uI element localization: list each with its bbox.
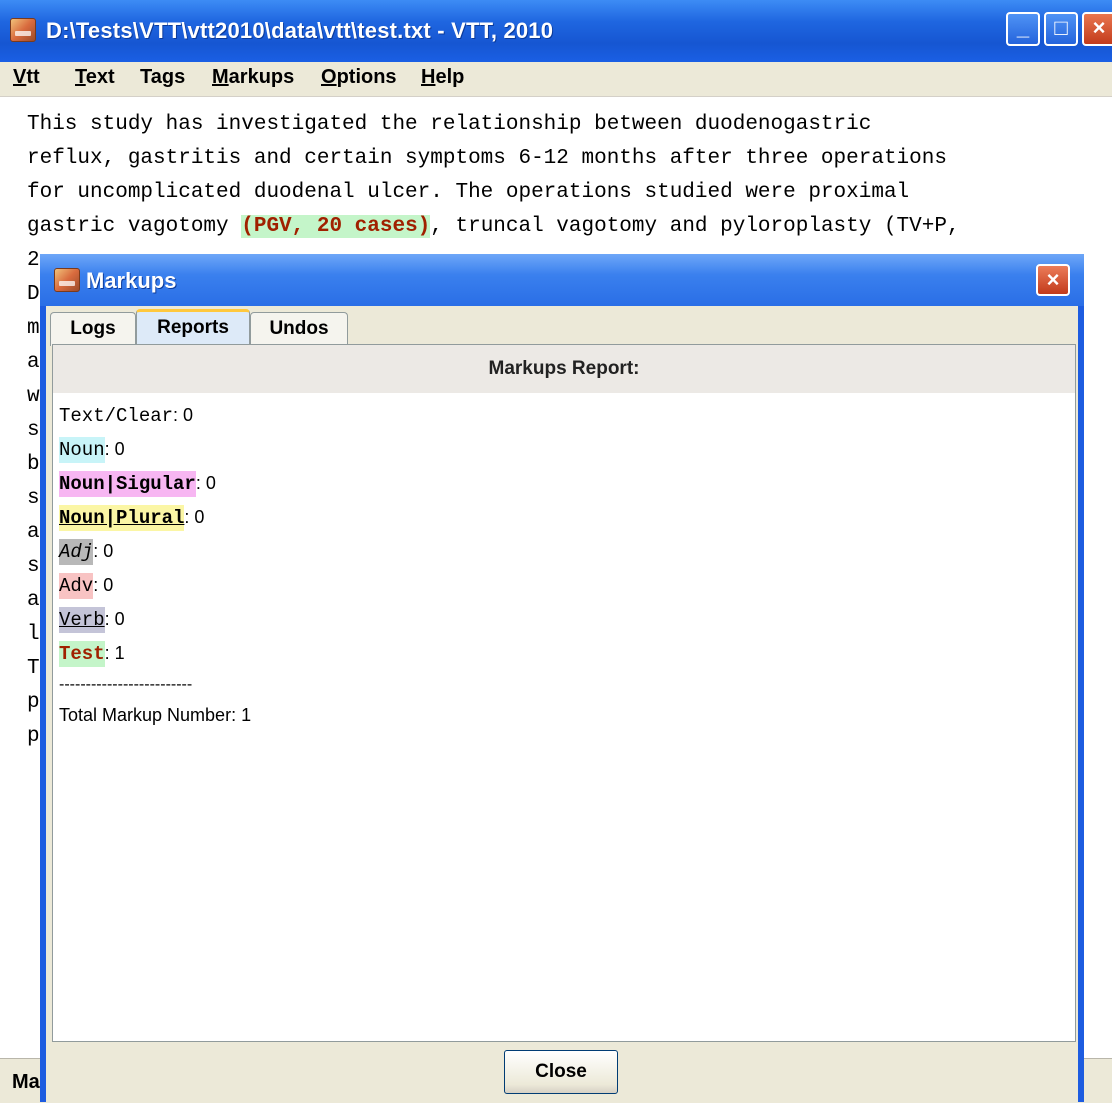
- markup-label: Noun: [59, 437, 105, 463]
- menu-markups[interactable]: Markups: [212, 66, 294, 89]
- dialog-close-icon[interactable]: ×: [1036, 264, 1070, 296]
- mnemonic: H: [421, 66, 436, 88]
- editor-line-fragment: a: [27, 589, 40, 612]
- editor-line-fragment: s: [27, 487, 40, 510]
- editor-line-fragment: D: [27, 283, 40, 306]
- report-separator: -------------------------: [59, 676, 193, 693]
- report-header: Markups Report:: [53, 345, 1075, 394]
- markup-label: Text/Clear: [59, 405, 174, 427]
- mnemonic: T: [75, 66, 86, 88]
- markup-count: : 0: [93, 575, 114, 595]
- text-segment: gastric vagotomy: [27, 215, 242, 238]
- menu-vtt[interactable]: Vtt: [13, 66, 40, 89]
- menu-label-rest: ext: [85, 66, 115, 88]
- mnemonic: M: [212, 66, 229, 88]
- editor-line-fragment: p: [27, 691, 40, 714]
- mnemonic: V: [13, 66, 27, 88]
- tab-reports[interactable]: Reports: [136, 309, 250, 347]
- editor-line-fragment: s: [27, 419, 40, 442]
- report-total: Total Markup Number: 1: [59, 705, 252, 725]
- tab-logs[interactable]: Logs: [50, 312, 136, 346]
- title-bar[interactable]: D:\Tests\VTT\vtt2010\data\vtt\test.txt -…: [0, 0, 1112, 62]
- report-row-adj: Adj: 0: [59, 535, 113, 567]
- menu-label-pre: Ta: [140, 66, 162, 88]
- report-row-test: Test: 1: [59, 637, 125, 669]
- mnemonic: g: [161, 66, 175, 88]
- editor-line-fragment: a: [27, 351, 40, 374]
- menu-label-rest: s: [174, 66, 186, 88]
- minimize-button[interactable]: _: [1006, 12, 1040, 46]
- text-segment: , truncal vagotomy and pyloroplasty (TV+…: [430, 215, 960, 238]
- report-row-noun-singular: Noun|Sigular: 0: [59, 467, 216, 499]
- menu-bar: Vtt Text Tags Markups Options Help: [0, 62, 1112, 97]
- close-dialog-button[interactable]: Close: [504, 1050, 618, 1094]
- report-row-verb: Verb: 0: [59, 603, 125, 635]
- status-text: Ma: [12, 1071, 40, 1093]
- window-title: D:\Tests\VTT\vtt2010\data\vtt\test.txt -…: [46, 18, 554, 43]
- reports-panel: Markups Report: Text/Clear: 0 Noun: 0 No…: [52, 344, 1076, 1042]
- markup-label: Verb: [59, 607, 105, 633]
- dialog-title-bar[interactable]: Markups ×: [40, 254, 1084, 306]
- markup-count: : 0: [104, 439, 125, 459]
- report-row-text-clear: Text/Clear: 0: [59, 399, 193, 431]
- menu-tags[interactable]: Tags: [140, 66, 185, 89]
- markup-label: Noun|Plural: [59, 505, 185, 531]
- dialog-title: Markups: [86, 268, 177, 293]
- editor-line-fragment: p: [27, 725, 40, 748]
- report-body: Text/Clear: 0 Noun: 0 Noun|Sigular: 0 No…: [53, 393, 1075, 1041]
- dialog-footer: Close: [46, 1042, 1078, 1102]
- menu-text[interactable]: Text: [75, 66, 115, 89]
- menu-label-rest: elp: [435, 66, 465, 88]
- editor-line: This study has investigated the relation…: [27, 113, 872, 136]
- markup-count: : 0: [184, 507, 205, 527]
- editor-line-fragment: 2: [27, 249, 40, 272]
- mnemonic: O: [321, 66, 337, 88]
- markup-label: Test: [59, 641, 105, 667]
- menu-label-rest: ptions: [336, 66, 397, 88]
- markup-count: : 0: [173, 405, 194, 425]
- markup-count: : 0: [104, 609, 125, 629]
- editor-line-fragment: a: [27, 521, 40, 544]
- markup-label: Adj: [59, 539, 94, 565]
- markup-count: : 0: [195, 473, 216, 493]
- editor-line: for uncomplicated duodenal ulcer. The op…: [27, 181, 910, 204]
- report-row-adv: Adv: 0: [59, 569, 113, 601]
- tab-undos[interactable]: Undos: [250, 312, 348, 346]
- markup-label: Adv: [59, 573, 94, 599]
- editor-line: reflux, gastritis and certain symptoms 6…: [27, 147, 947, 170]
- markup-label: Noun|Sigular: [59, 471, 196, 497]
- editor-line-fragment: l: [27, 623, 40, 646]
- markup-count: : 1: [104, 643, 125, 663]
- markup-count: : 0: [93, 541, 114, 561]
- report-row-noun-plural: Noun|Plural: 0: [59, 501, 204, 533]
- test-markup-highlight[interactable]: (PGV, 20 cases): [241, 215, 431, 238]
- app-icon: [10, 18, 36, 42]
- maximize-button[interactable]: □: [1044, 12, 1078, 46]
- markups-dialog: Markups × Logs Reports Undos Markups Rep…: [40, 254, 1084, 1102]
- menu-options[interactable]: Options: [321, 66, 397, 89]
- tab-strip: Logs Reports Undos: [46, 306, 1078, 347]
- editor-line-fragment: T: [27, 657, 40, 680]
- dialog-app-icon: [54, 268, 80, 292]
- editor-line-fragment: w: [27, 385, 40, 408]
- editor-line-fragment: s: [27, 555, 40, 578]
- close-button[interactable]: ×: [1082, 12, 1112, 46]
- menu-help[interactable]: Help: [421, 66, 464, 89]
- menu-label-rest: tt: [26, 66, 40, 88]
- editor-line-fragment: b: [27, 453, 40, 476]
- menu-label-rest: arkups: [228, 66, 295, 88]
- report-row-noun: Noun: 0: [59, 433, 125, 465]
- editor-line-fragment: m: [27, 317, 40, 340]
- editor-line: gastric vagotomy (PGV, 20 cases), trunca…: [27, 215, 960, 238]
